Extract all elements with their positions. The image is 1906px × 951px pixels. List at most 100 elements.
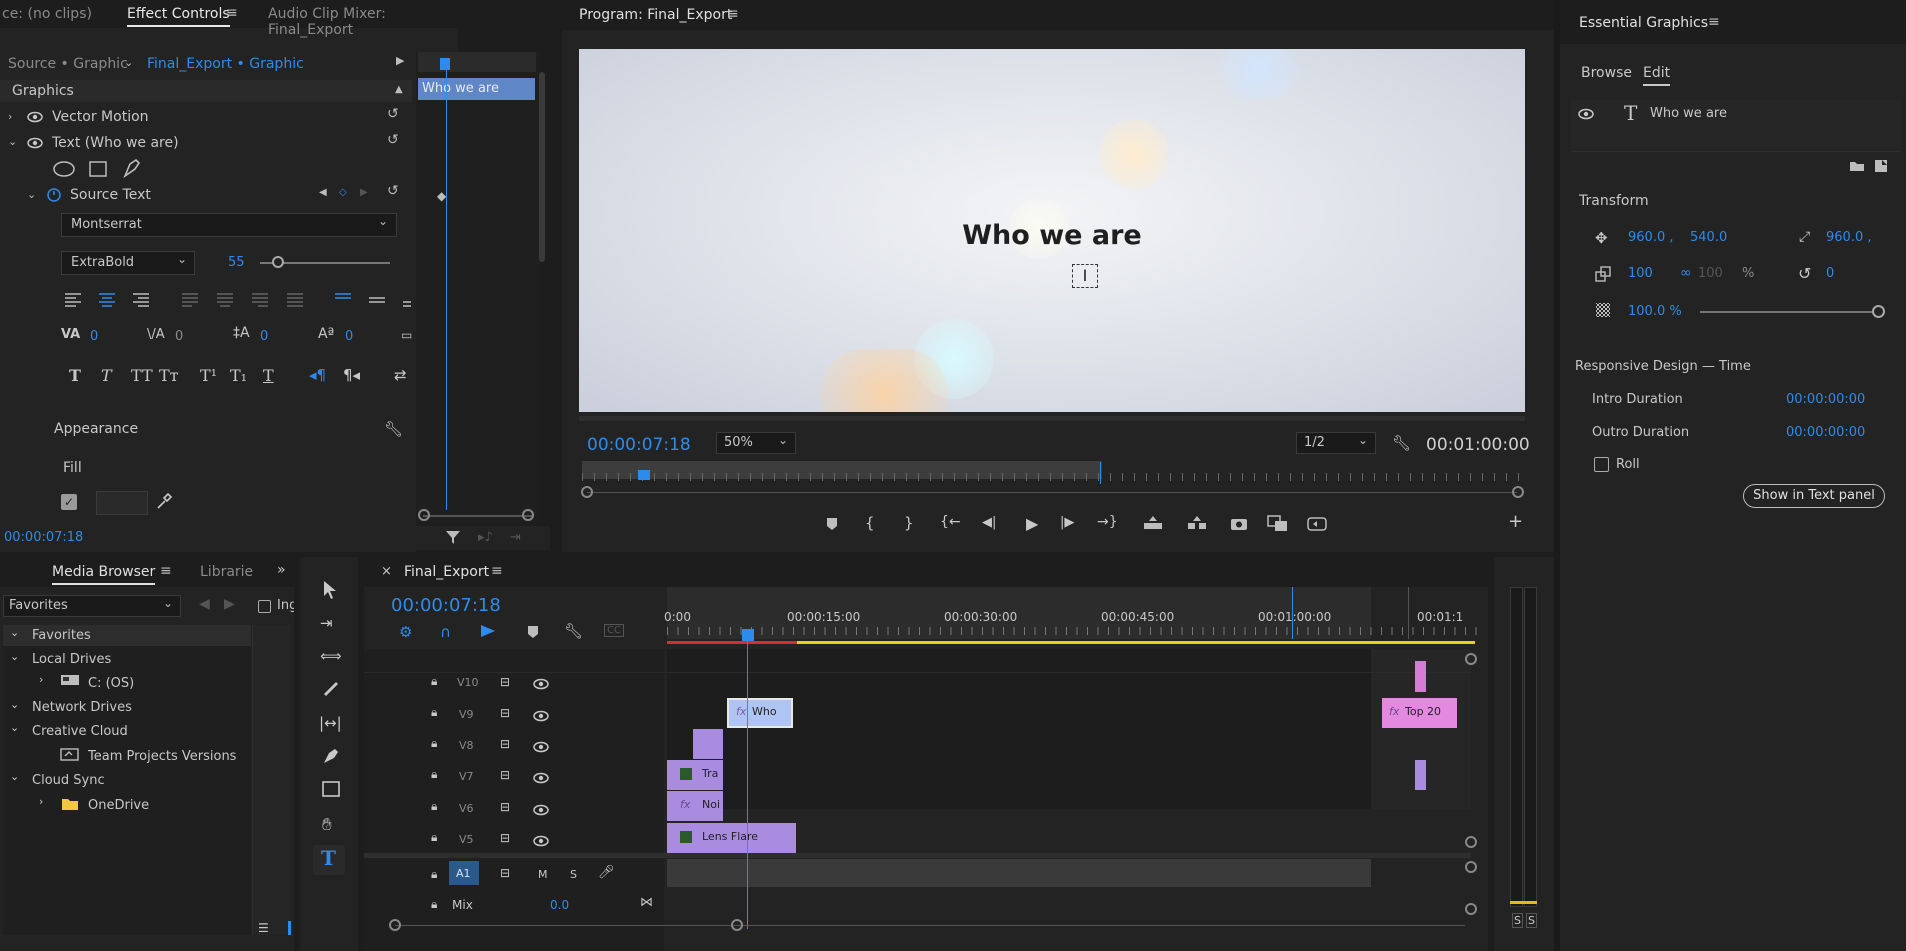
tsume-icon[interactable]: ▭ bbox=[401, 328, 412, 342]
play-icon[interactable]: ▶ bbox=[1026, 514, 1038, 533]
fill-checkbox[interactable]: ✓ bbox=[61, 494, 77, 510]
play-only-clip-icon[interactable]: ▶ bbox=[396, 54, 404, 67]
wrench-icon[interactable]: 🔧︎ bbox=[564, 622, 583, 640]
sync-lock-icon[interactable]: ⊟ bbox=[500, 800, 510, 814]
align-middle-icon[interactable] bbox=[367, 292, 387, 308]
program-hscroll[interactable] bbox=[579, 416, 1525, 421]
kerning-value[interactable]: 0 bbox=[90, 329, 98, 344]
pen-tool-icon[interactable] bbox=[322, 747, 340, 765]
eg-title[interactable]: Essential Graphics bbox=[1579, 15, 1708, 31]
align-right-icon[interactable] bbox=[131, 292, 151, 308]
eye-icon[interactable] bbox=[533, 710, 549, 722]
mark-in-icon[interactable]: { bbox=[865, 514, 875, 532]
expand-panels-icon[interactable]: » bbox=[277, 562, 286, 578]
meter-solo-right[interactable]: S bbox=[1526, 913, 1537, 928]
ec-mini-ruler[interactable] bbox=[418, 52, 536, 72]
ingest-checkbox[interactable] bbox=[258, 600, 271, 613]
mark-out-icon[interactable]: } bbox=[904, 514, 914, 532]
program-canvas[interactable]: Who we are I bbox=[579, 49, 1525, 412]
chevron-down-icon[interactable]: ⌄ bbox=[8, 135, 17, 148]
add-marker-icon[interactable] bbox=[527, 625, 539, 639]
vr-video-icon[interactable] bbox=[1307, 515, 1329, 533]
back-arrow-icon[interactable]: ◀ bbox=[199, 596, 210, 612]
align-left-icon[interactable] bbox=[63, 292, 83, 308]
kerning-icon[interactable]: VA bbox=[61, 327, 80, 342]
subscript-icon[interactable]: T₁ bbox=[230, 366, 247, 385]
zoom-handle-right[interactable] bbox=[1512, 486, 1524, 498]
filter-icon[interactable] bbox=[445, 529, 461, 545]
justify-center-icon[interactable] bbox=[215, 292, 235, 308]
pen-mask-icon[interactable] bbox=[122, 158, 142, 178]
scale-height-value[interactable]: 100 bbox=[1698, 266, 1723, 281]
lock-icon[interactable]: 🔒︎ bbox=[431, 867, 437, 882]
justify-right-icon[interactable] bbox=[250, 292, 270, 308]
selection-tool-icon[interactable] bbox=[322, 580, 338, 600]
font-size-value[interactable]: 55 bbox=[228, 255, 245, 270]
lock-icon[interactable]: 🔒︎ bbox=[431, 705, 437, 720]
tree-favorites[interactable]: Favorites bbox=[32, 628, 91, 643]
sync-lock-icon[interactable]: ⊟ bbox=[500, 706, 510, 720]
anchor-x[interactable]: 960.0 , bbox=[1826, 230, 1871, 245]
mb-scroll-marker[interactable] bbox=[288, 921, 291, 935]
link-icon[interactable]: ∞ bbox=[1680, 265, 1692, 281]
track-select-tool-icon[interactable]: ⇥ bbox=[320, 614, 333, 632]
solo-button[interactable]: S bbox=[570, 868, 577, 881]
sync-lock-icon[interactable]: ⊟ bbox=[500, 831, 510, 845]
tree-creative-cloud[interactable]: Creative Cloud bbox=[32, 724, 128, 739]
go-to-in-icon[interactable]: {← bbox=[940, 514, 961, 530]
eg-layer-name[interactable]: Who we are bbox=[1650, 106, 1727, 121]
tab-source-none[interactable]: ce: (no clips) bbox=[2, 6, 92, 22]
eye-icon[interactable] bbox=[533, 678, 549, 690]
tree-cloud-sync[interactable]: Cloud Sync bbox=[32, 773, 105, 788]
collapse-up-icon[interactable]: ▲ bbox=[395, 84, 403, 95]
chevron-down-icon[interactable]: ⌄ bbox=[10, 770, 19, 783]
lock-icon[interactable]: 🔒︎ bbox=[431, 830, 437, 845]
timeline-title[interactable]: Final_Export bbox=[404, 564, 489, 580]
sync-lock-icon[interactable]: ⊟ bbox=[500, 737, 510, 751]
subtab-sequence-graphic[interactable]: Final_Export • Graphic bbox=[147, 56, 304, 72]
tree-network-drives[interactable]: Network Drives bbox=[32, 700, 132, 715]
zoom-handle-left[interactable] bbox=[581, 486, 593, 498]
go-to-out-icon[interactable]: →} bbox=[1097, 514, 1118, 530]
align-top-icon[interactable] bbox=[333, 292, 353, 308]
opacity-value[interactable]: 100.0 % bbox=[1628, 304, 1682, 319]
close-icon[interactable]: × bbox=[381, 564, 392, 579]
linked-selection-icon[interactable] bbox=[479, 623, 497, 639]
program-timecode[interactable]: 00:00:07:18 bbox=[587, 435, 691, 455]
folder-icon[interactable] bbox=[1849, 160, 1865, 172]
tree-onedrive[interactable]: OneDrive bbox=[88, 798, 149, 813]
eyedropper-icon[interactable] bbox=[155, 492, 173, 510]
tab-media-browser[interactable]: Media Browser bbox=[52, 564, 156, 585]
fill-color-swatch[interactable] bbox=[96, 491, 148, 515]
lock-icon[interactable]: 🔒︎ bbox=[431, 799, 437, 814]
opacity-slider-handle[interactable] bbox=[1872, 305, 1885, 318]
position-y[interactable]: 540.0 bbox=[1690, 230, 1727, 245]
reset-icon[interactable]: ↺ bbox=[387, 132, 399, 148]
reset-icon[interactable]: ↺ bbox=[387, 183, 399, 199]
tab-effect-controls[interactable]: Effect Controls bbox=[127, 6, 230, 27]
mix-value[interactable]: 0.0 bbox=[550, 898, 569, 912]
mb-vscroll[interactable] bbox=[252, 625, 290, 935]
zoom-bar[interactable] bbox=[587, 492, 1517, 493]
subtab-source-graphic[interactable]: Source • Graphic bbox=[8, 56, 128, 72]
eye-icon[interactable] bbox=[27, 111, 43, 123]
leading-value[interactable]: 0 bbox=[260, 329, 268, 344]
eye-icon[interactable] bbox=[533, 804, 549, 816]
chevron-down-icon[interactable]: ⌄ bbox=[1358, 433, 1368, 447]
export-icon[interactable]: ⇥ bbox=[510, 530, 521, 545]
clip-v8-purple[interactable] bbox=[693, 729, 723, 759]
timeline-playhead-handle[interactable] bbox=[742, 629, 754, 641]
justify-all-icon[interactable] bbox=[285, 292, 305, 308]
chevron-down-icon[interactable]: ⌄ bbox=[10, 698, 19, 711]
chevron-down-icon[interactable]: ⌄ bbox=[10, 721, 19, 734]
next-keyframe-icon[interactable]: ▶ bbox=[360, 187, 368, 198]
ltr-icon[interactable]: ◂¶ bbox=[309, 366, 326, 384]
chevron-down-icon[interactable]: ⌄ bbox=[778, 433, 788, 447]
eye-icon[interactable] bbox=[533, 772, 549, 784]
keyframe-diamond-icon[interactable]: ◆ bbox=[437, 189, 446, 203]
lock-icon[interactable]: 🔒︎ bbox=[431, 674, 437, 689]
tracking-icon[interactable]: \/A bbox=[147, 327, 165, 342]
eye-icon[interactable] bbox=[27, 137, 43, 149]
lock-icon[interactable]: 🔒︎ bbox=[431, 897, 437, 912]
position-x[interactable]: 960.0 , bbox=[1628, 230, 1673, 245]
